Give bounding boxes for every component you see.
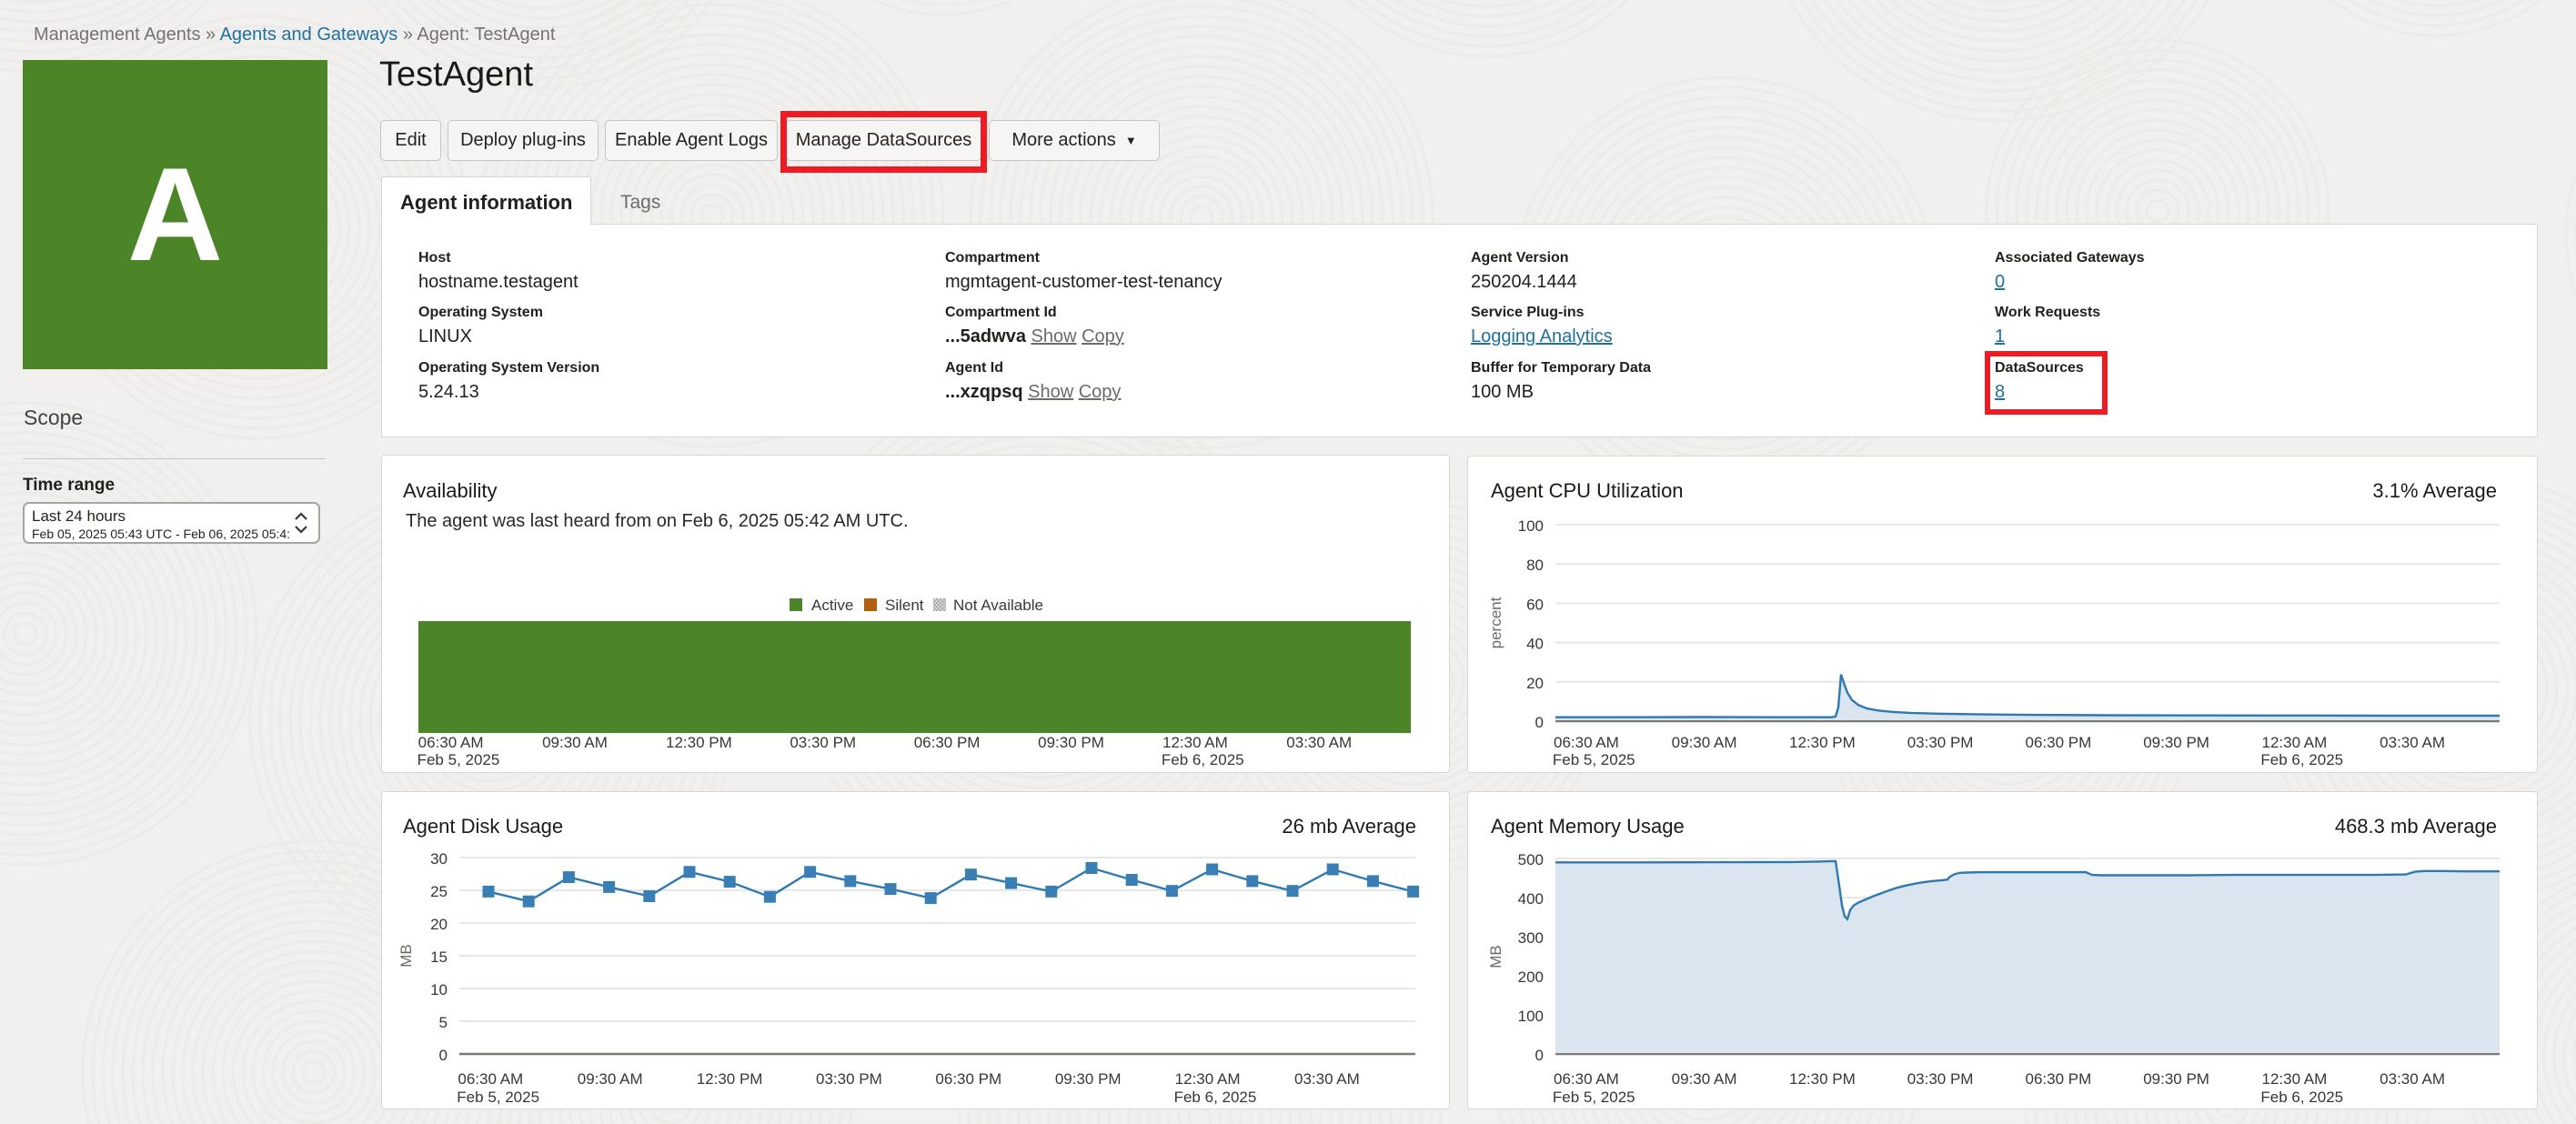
svg-text:Feb 5, 2025: Feb 5, 2025 [1553,751,1635,768]
svg-text:Feb 6, 2025: Feb 6, 2025 [2260,751,2343,768]
svg-text:100: 100 [1518,517,1544,535]
svg-text:06:30 PM: 06:30 PM [2026,734,2092,751]
svg-text:03:30 AM: 03:30 AM [1286,734,1352,751]
svg-text:06:30 AM: 06:30 AM [1554,1070,1619,1088]
svg-text:12:30 PM: 12:30 PM [1789,734,1856,751]
svg-text:400: 400 [1518,890,1544,908]
svg-text:12:30 AM: 12:30 AM [1162,734,1228,751]
svg-text:30: 30 [430,850,448,868]
svg-text:40: 40 [1526,636,1544,653]
svg-text:09:30 AM: 09:30 AM [578,1070,643,1088]
svg-text:09:30 PM: 09:30 PM [2143,734,2209,751]
svg-text:03:30 PM: 03:30 PM [790,734,856,751]
svg-text:10: 10 [430,981,448,999]
svg-text:06:30 AM: 06:30 AM [1554,734,1619,751]
svg-text:06:30 AM: 06:30 AM [418,734,484,751]
svg-text:Feb 6, 2025: Feb 6, 2025 [2260,1089,2343,1106]
svg-text:06:30 PM: 06:30 PM [914,734,981,751]
svg-text:500: 500 [1518,851,1544,868]
svg-text:Active: Active [811,597,853,614]
svg-text:03:30 PM: 03:30 PM [1907,1070,1974,1088]
svg-text:03:30 PM: 03:30 PM [1907,734,1974,751]
svg-text:12:30 PM: 12:30 PM [666,734,732,751]
svg-text:Feb 5, 2025: Feb 5, 2025 [457,1089,539,1106]
svg-text:Silent: Silent [885,597,924,614]
svg-text:Feb 5, 2025: Feb 5, 2025 [1553,1089,1635,1106]
svg-text:0: 0 [1535,1047,1544,1064]
svg-text:15: 15 [430,948,448,966]
svg-text:0: 0 [1535,714,1544,731]
svg-text:25: 25 [430,883,448,900]
svg-text:5: 5 [439,1014,448,1031]
svg-text:06:30 AM: 06:30 AM [458,1070,523,1088]
svg-text:12:30 PM: 12:30 PM [697,1070,763,1088]
svg-text:100: 100 [1518,1008,1544,1025]
svg-text:12:30 AM: 12:30 AM [2261,1070,2327,1088]
svg-text:60: 60 [1526,596,1544,613]
svg-text:MB: MB [1487,945,1504,968]
svg-text:12:30 AM: 12:30 AM [2261,734,2327,751]
svg-text:Feb 6, 2025: Feb 6, 2025 [1162,751,1244,768]
svg-text:0: 0 [439,1047,448,1064]
svg-text:percent: percent [1487,597,1504,648]
svg-text:09:30 AM: 09:30 AM [542,734,608,751]
svg-text:06:30 PM: 06:30 PM [935,1070,1001,1088]
svg-text:03:30 AM: 03:30 AM [2380,1070,2445,1088]
svg-text:Feb 6, 2025: Feb 6, 2025 [1174,1089,1257,1106]
svg-text:09:30 PM: 09:30 PM [2143,1070,2209,1088]
svg-text:03:30 PM: 03:30 PM [816,1070,882,1088]
svg-text:Feb 5, 2025: Feb 5, 2025 [418,751,500,768]
svg-text:20: 20 [1526,675,1544,692]
svg-text:09:30 AM: 09:30 AM [1672,1070,1737,1088]
svg-text:12:30 AM: 12:30 AM [1175,1070,1241,1088]
svg-text:03:30 AM: 03:30 AM [1294,1070,1360,1088]
svg-text:Not Available: Not Available [953,597,1043,614]
svg-text:MB: MB [397,944,415,968]
svg-text:200: 200 [1518,968,1544,986]
svg-text:09:30 PM: 09:30 PM [1038,734,1104,751]
svg-text:80: 80 [1526,557,1544,574]
svg-text:20: 20 [430,916,448,933]
svg-text:12:30 PM: 12:30 PM [1789,1070,1856,1088]
svg-text:09:30 AM: 09:30 AM [1672,734,1737,751]
svg-text:09:30 PM: 09:30 PM [1055,1070,1122,1088]
svg-text:300: 300 [1518,929,1544,947]
svg-text:03:30 AM: 03:30 AM [2380,734,2445,751]
svg-text:06:30 PM: 06:30 PM [2026,1070,2092,1088]
